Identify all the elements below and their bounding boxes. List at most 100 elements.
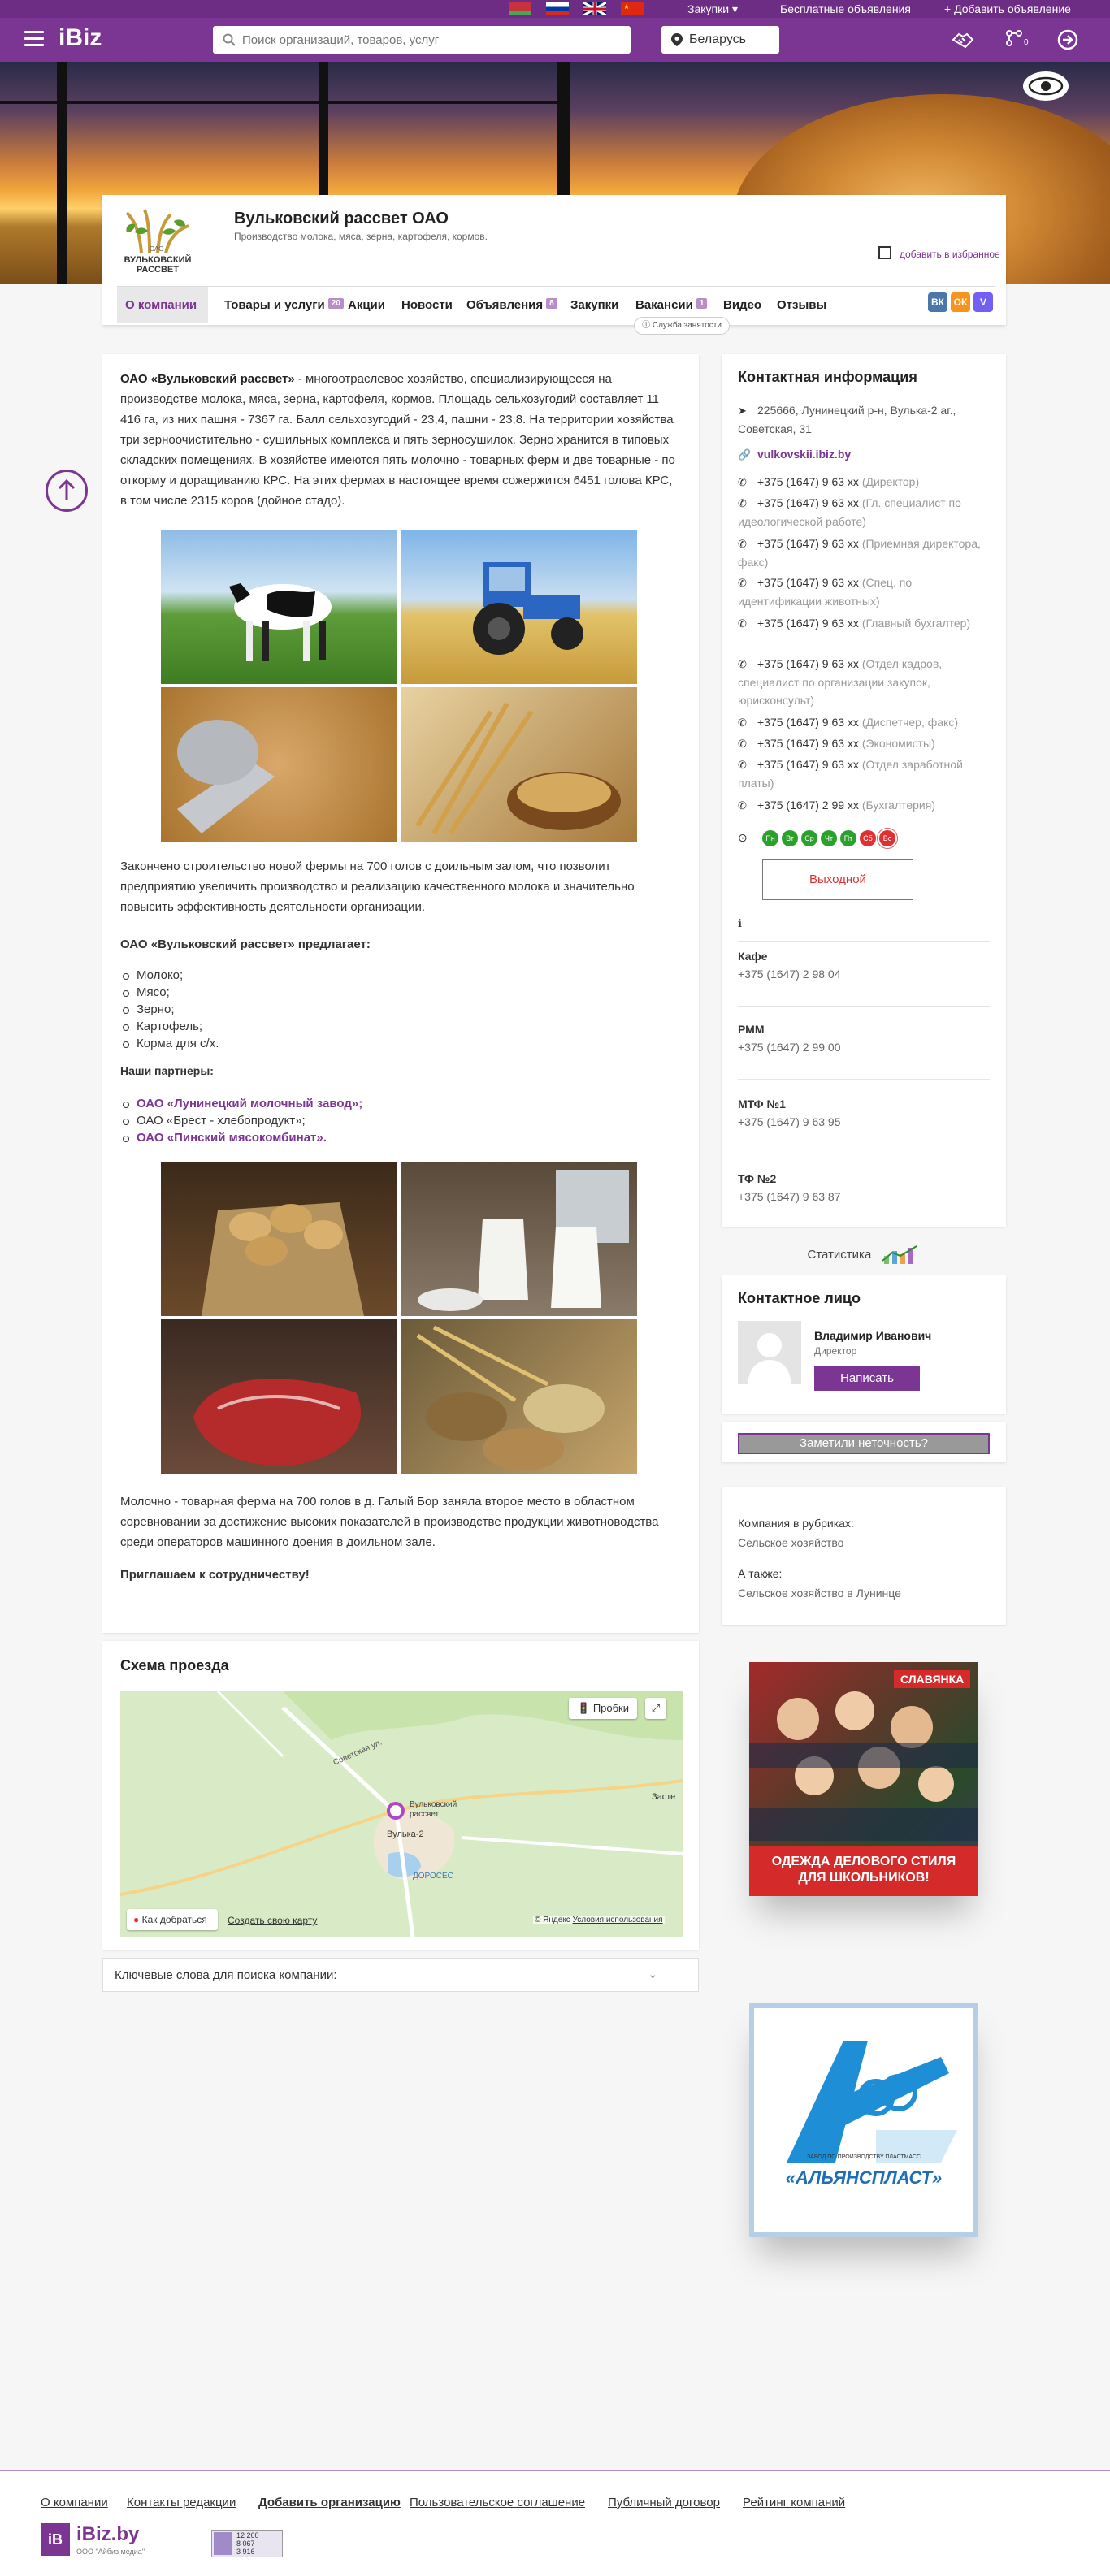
- handshake-icon[interactable]: [951, 28, 975, 51]
- ru-flag-icon[interactable]: [546, 2, 569, 15]
- create-map-link[interactable]: Создать свою карту: [228, 1915, 317, 1926]
- write-button[interactable]: Написать: [814, 1366, 920, 1391]
- phone-number[interactable]: +375 (1647) 9 63 хх: [757, 537, 859, 550]
- eye-icon[interactable]: [1023, 71, 1069, 101]
- offers-list: Молоко; Мясо; Зерно; Картофель; Корма дл…: [120, 967, 219, 1052]
- compare-icon[interactable]: 0: [1004, 28, 1029, 51]
- support-tooltip[interactable]: ⓘ Служба занятости: [634, 317, 730, 335]
- footer-link-rating[interactable]: Рейтинг компаний: [743, 2496, 845, 2509]
- phone-number[interactable]: +375 (1647) 9 63 хх: [757, 496, 859, 509]
- department-phone[interactable]: +375 (1647) 2 98 04: [738, 965, 990, 983]
- chevron-down-icon: ▾: [731, 2, 738, 15]
- tab-ads[interactable]: Объявления 8: [466, 298, 557, 312]
- free-ads-link[interactable]: Бесплатные объявления: [780, 2, 911, 15]
- viber-icon[interactable]: V: [973, 292, 993, 312]
- menu-icon[interactable]: [24, 31, 44, 47]
- footer-logo-sub: ООО "Айбиз медиа": [76, 2548, 145, 2556]
- contact-person-title: Контактное лицо: [738, 1290, 861, 1306]
- country-label: Беларусь: [689, 32, 746, 46]
- search-box[interactable]: [213, 26, 631, 54]
- address: ➤ 225666, Лунинецкий р-н, Вулька-2 аг., С…: [738, 404, 956, 435]
- phone-number[interactable]: +375 (1647) 9 63 хх: [757, 475, 859, 488]
- vk-icon[interactable]: ВК: [928, 292, 947, 312]
- keywords-toggle[interactable]: Ключевые слова для поиска компании: ⌄: [102, 1958, 699, 1992]
- by-flag-icon[interactable]: [509, 2, 531, 15]
- slavyanka-ad[interactable]: СЛАВЯНКА ОДЕЖДА ДЕЛОВОГО СТИЛЯ ДЛЯ ШКОЛЬ…: [749, 1662, 978, 1896]
- phone-number[interactable]: +375 (1647) 9 63 хх: [757, 716, 859, 729]
- partners-title: Наши партнеры:: [120, 1064, 214, 1077]
- department-phone[interactable]: +375 (1647) 9 63 95: [738, 1113, 990, 1131]
- map-view[interactable]: Советская ул. Вульковский рассвет Вулька…: [120, 1691, 683, 1937]
- partner-link[interactable]: ОАО «Лунинецкий молочный завод»;: [120, 1095, 362, 1112]
- tab-promotions[interactable]: Акции: [348, 298, 385, 312]
- logo-small-text: ОАО: [150, 245, 164, 253]
- statistics-link[interactable]: Статистика: [722, 1236, 1006, 1269]
- country-select[interactable]: Беларусь: [661, 26, 779, 54]
- phone-number[interactable]: +375 (1647) 2 99 хх: [757, 799, 859, 812]
- fullscreen-icon[interactable]: ⤢: [645, 1698, 666, 1719]
- map-pin-icon[interactable]: [387, 1802, 405, 1820]
- search-input[interactable]: [242, 26, 624, 54]
- map-village-label: Вулька-2: [387, 1829, 424, 1839]
- phone-number[interactable]: +375 (1647) 9 63 хх: [757, 617, 859, 630]
- footer-link-contract[interactable]: Публичный договор: [608, 2496, 720, 2509]
- route-pin-icon: ●: [133, 1914, 140, 1925]
- cow-photo: [161, 530, 397, 684]
- footer-logo[interactable]: iB iBiz.by ООО "Айбиз медиа": [41, 2523, 203, 2559]
- add-favorite[interactable]: добавить в избранное: [878, 246, 1000, 260]
- map-section: Схема проезда Советская ул. Вульковский …: [102, 1641, 699, 1950]
- chart-icon: [882, 1245, 917, 1264]
- add-ad-link[interactable]: + Добавить объявление: [944, 2, 1071, 15]
- rubrics-title: Компания в рубриках:: [738, 1517, 854, 1530]
- footer-link-about[interactable]: О компании: [41, 2496, 108, 2509]
- tab-about[interactable]: О компании: [125, 298, 197, 312]
- login-icon[interactable]: [1056, 28, 1081, 51]
- info-icon: ⓘ: [642, 321, 653, 330]
- department-phone[interactable]: +375 (1647) 2 99 00: [738, 1038, 990, 1056]
- tab-vacancies[interactable]: Вакансии 1: [635, 298, 708, 312]
- products-badge: 20: [327, 298, 344, 309]
- rubric-link[interactable]: Сельское хозяйство в Лунинце: [738, 1584, 990, 1602]
- phone-number[interactable]: +375 (1647) 9 63 хх: [757, 758, 859, 771]
- route-button[interactable]: ● Как добраться: [127, 1909, 218, 1930]
- footer-link-add-org[interactable]: Добавить организацию: [258, 2496, 401, 2509]
- department-phone[interactable]: +375 (1647) 9 63 87: [738, 1188, 990, 1206]
- rubric-link[interactable]: Сельское хозяйство: [738, 1534, 990, 1552]
- partners-list: ОАО «Лунинецкий молочный завод»; ОАО «Бр…: [120, 1095, 362, 1146]
- ok-icon[interactable]: ОК: [951, 292, 970, 312]
- uk-flag-icon[interactable]: [583, 1, 607, 17]
- day-thu: Чт: [821, 830, 837, 846]
- map-terms-link[interactable]: Условия использования: [573, 1916, 663, 1924]
- phone-number[interactable]: +375 (1647) 9 63 хх: [757, 657, 859, 670]
- info-icon[interactable]: ℹ: [738, 915, 990, 933]
- partner-link[interactable]: ОАО «Пинский мясокомбинат».: [120, 1129, 362, 1146]
- cn-flag-icon[interactable]: ★: [621, 2, 644, 15]
- tab-purchases[interactable]: Закупки: [570, 298, 618, 312]
- list-item: Молоко;: [120, 967, 219, 984]
- visit-counter[interactable]: 12 260 8 067 3 916: [211, 2530, 283, 2557]
- report-mistake-button[interactable]: Заметили неточность?: [738, 1433, 990, 1454]
- website-link[interactable]: vulkovskii.ibiz.by: [757, 448, 851, 461]
- notification-count: 0: [1024, 38, 1029, 47]
- site-logo[interactable]: iBiz: [59, 24, 102, 52]
- phone-row: ✆ +375 (1647) 9 63 хх (Отдел заработной п…: [738, 758, 963, 790]
- favorite-checkbox[interactable]: [878, 246, 891, 259]
- counter-value: 12 260: [236, 2531, 259, 2539]
- tab-video[interactable]: Видео: [723, 298, 761, 312]
- phone-number[interactable]: +375 (1647) 9 63 хх: [757, 576, 859, 589]
- tab-news[interactable]: Новости: [401, 298, 453, 312]
- wheat-photo: [401, 687, 637, 842]
- purchases-menu[interactable]: Закупки ▾: [687, 2, 738, 16]
- map-place-label: Вульковский рассвет: [410, 1800, 457, 1819]
- tab-products[interactable]: Товары и услуги 20: [224, 298, 344, 312]
- tab-reviews[interactable]: Отзывы: [777, 298, 826, 312]
- footer-link-terms[interactable]: Пользовательское соглашение: [410, 2496, 585, 2509]
- phone-row: ✆ +375 (1647) 9 63 хх (Диспетчер, факс): [738, 713, 990, 732]
- scroll-up-icon[interactable]: [46, 470, 88, 512]
- phone-number[interactable]: +375 (1647) 9 63 хх: [757, 737, 859, 750]
- map-lake-label: ДОРОСЕС: [413, 1872, 453, 1881]
- footer-link-contacts[interactable]: Контакты редакции: [127, 2496, 236, 2509]
- aliansplast-ad[interactable]: ЗАВОД ПО ПРОИЗВОДСТВУ ПЛАСТМАСС «АЛЬЯНСП…: [749, 2003, 978, 2237]
- traffic-button[interactable]: 🚦 Пробки: [569, 1698, 637, 1719]
- ads-badge: 8: [546, 298, 557, 309]
